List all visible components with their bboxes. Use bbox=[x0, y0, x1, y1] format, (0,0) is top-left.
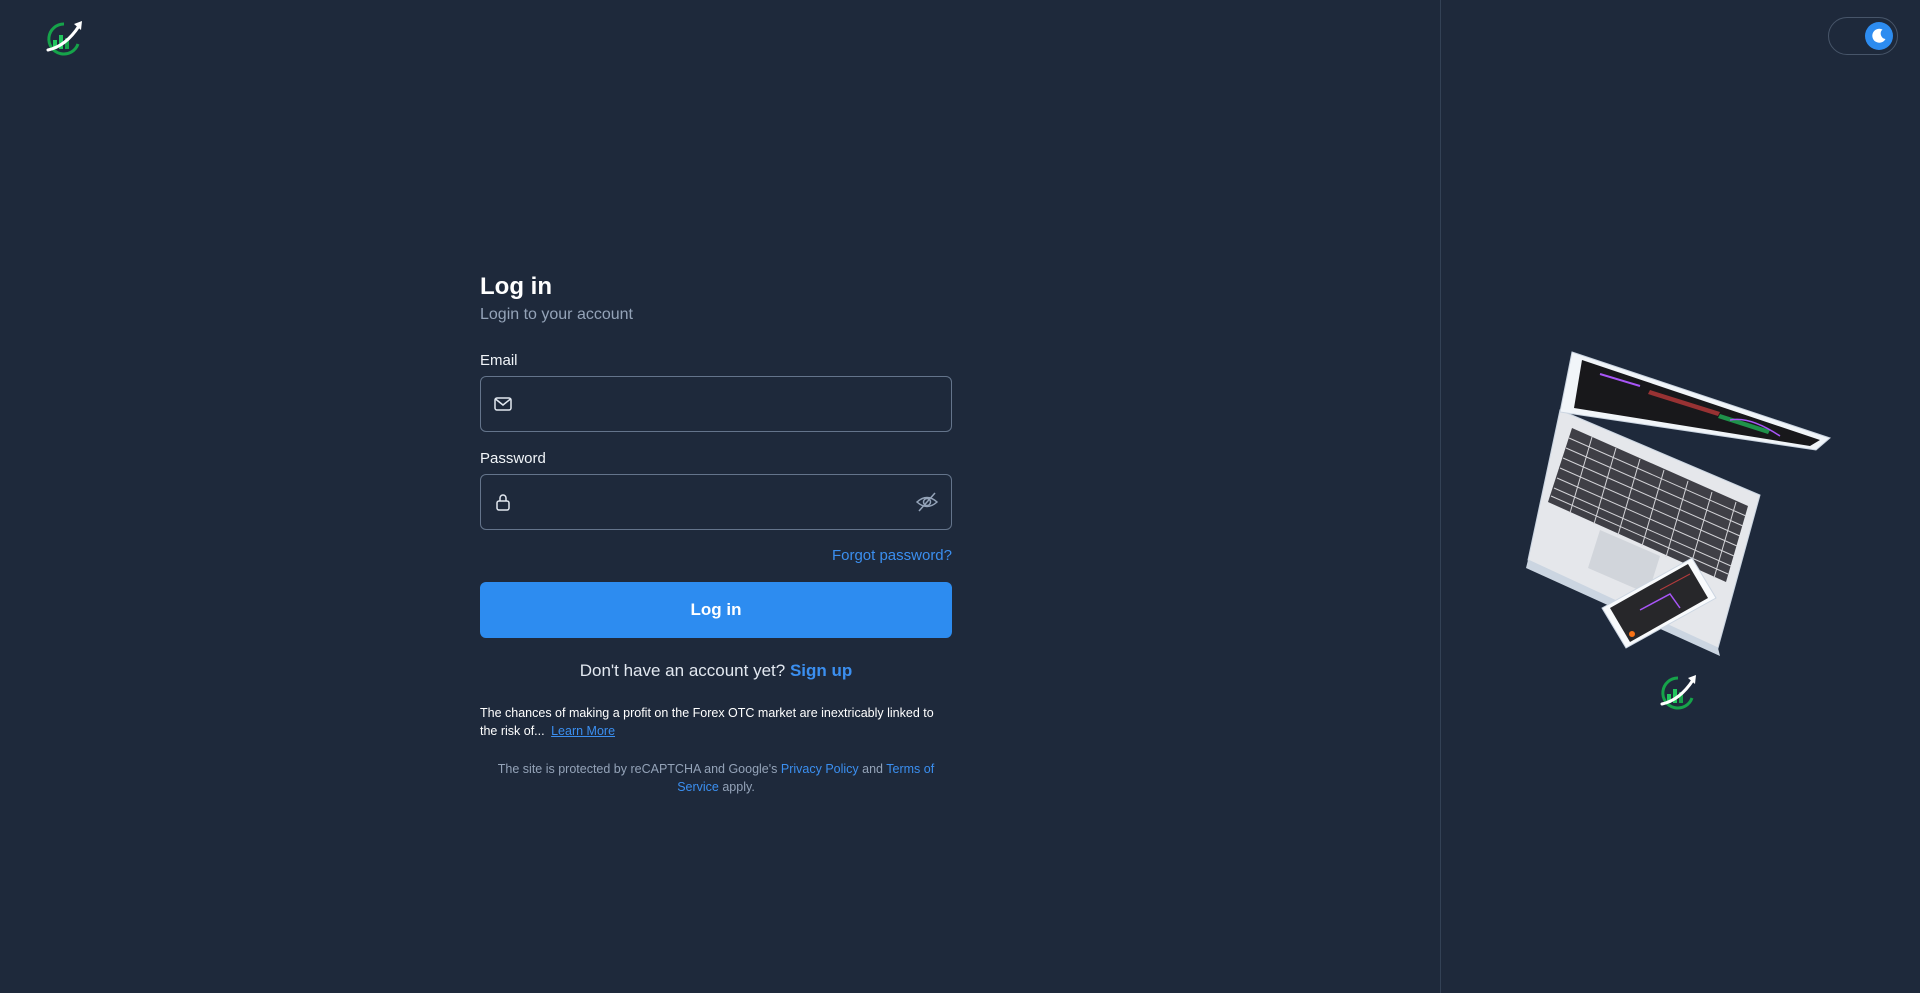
forgot-password-row: Forgot password? bbox=[480, 546, 952, 566]
lock-icon bbox=[496, 494, 510, 511]
email-field[interactable] bbox=[521, 377, 903, 433]
signup-prompt: Don't have an account yet? Sign up bbox=[480, 660, 952, 682]
learn-more-link[interactable]: Learn More bbox=[551, 724, 615, 738]
privacy-policy-link[interactable]: Privacy Policy bbox=[781, 762, 859, 776]
theme-toggle-knob[interactable] bbox=[1865, 22, 1893, 50]
eye-off-icon[interactable] bbox=[915, 490, 939, 514]
password-field-wrapper bbox=[480, 474, 952, 531]
password-field[interactable] bbox=[521, 475, 903, 531]
no-account-text: Don't have an account yet? bbox=[579, 661, 786, 680]
recaptcha-suffix: apply. bbox=[722, 780, 755, 794]
mail-icon bbox=[494, 397, 512, 411]
rising-chart-logo-icon[interactable] bbox=[44, 18, 86, 58]
laptop-and-phone-illustration bbox=[1526, 351, 1831, 656]
email-label: Email bbox=[480, 352, 518, 369]
panel-divider bbox=[1440, 0, 1441, 993]
risk-disclaimer: The chances of making a profit on the Fo… bbox=[480, 704, 952, 740]
login-page: Log in Login to your account Email Passw… bbox=[0, 0, 1920, 993]
theme-toggle[interactable] bbox=[1828, 17, 1898, 55]
login-button[interactable]: Log in bbox=[480, 582, 952, 638]
page-subtitle: Login to your account bbox=[480, 306, 633, 323]
risk-disclaimer-text: The chances of making a profit on the Fo… bbox=[480, 706, 934, 738]
signup-link[interactable]: Sign up bbox=[790, 661, 852, 680]
recaptcha-prefix: The site is protected by reCAPTCHA and G… bbox=[497, 762, 778, 776]
recaptcha-notice: The site is protected by reCAPTCHA and G… bbox=[480, 760, 952, 796]
recaptcha-and: and bbox=[862, 762, 884, 776]
password-label: Password bbox=[480, 450, 546, 467]
forgot-password-link[interactable]: Forgot password? bbox=[832, 547, 952, 564]
login-form: Log in Login to your account Email Passw… bbox=[480, 272, 952, 796]
moon-icon bbox=[1872, 28, 1886, 43]
page-title: Log in bbox=[480, 273, 552, 300]
email-field-wrapper bbox=[480, 376, 952, 433]
rising-chart-logo-icon bbox=[1660, 675, 1696, 710]
